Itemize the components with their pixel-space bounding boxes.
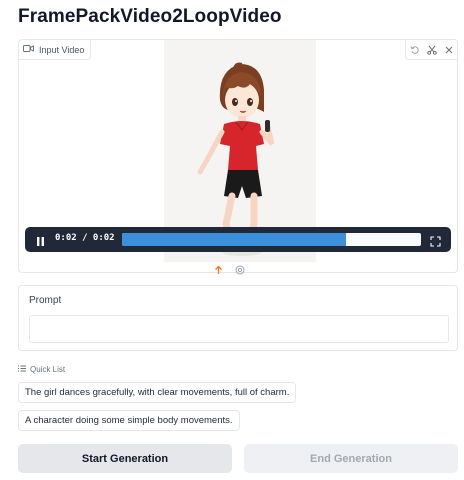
webcam-icon[interactable] (235, 262, 245, 280)
end-generation-button[interactable]: End Generation (244, 444, 458, 473)
video-progress-bar[interactable] (122, 233, 421, 246)
video-source-buttons (214, 262, 245, 280)
start-generation-button[interactable]: Start Generation (18, 444, 232, 473)
upload-icon[interactable] (214, 262, 223, 280)
video-progress-fill (122, 233, 347, 246)
quick-list-label-group: Quick List (18, 365, 65, 374)
close-icon[interactable] (440, 40, 457, 59)
fullscreen-icon[interactable] (430, 234, 441, 247)
pause-icon[interactable] (35, 234, 46, 246)
quick-list-item[interactable]: The girl dances gracefully, with clear m… (18, 382, 297, 403)
list-icon (18, 365, 26, 374)
prompt-label: Prompt (29, 295, 62, 306)
video-toolbar (405, 40, 457, 60)
video-icon (23, 44, 34, 55)
video-controls: 0:02 / 0:02 (25, 227, 451, 252)
input-video-label: Input Video (39, 44, 85, 55)
input-video-label-tag: Input Video (19, 40, 92, 60)
quick-list-item[interactable]: A character doing some simple body movem… (18, 410, 240, 431)
input-video-block: Input Video 0:02 / 0:02 (18, 39, 458, 273)
page-title: FramePackVideo2LoopVideo (18, 6, 282, 27)
undo-icon[interactable] (406, 40, 423, 59)
scissors-icon[interactable] (423, 40, 440, 59)
time-display: 0:02 / 0:02 (55, 233, 115, 243)
prompt-block: Prompt (18, 285, 458, 351)
prompt-input[interactable] (29, 315, 449, 343)
quick-list-label: Quick List (30, 365, 66, 374)
